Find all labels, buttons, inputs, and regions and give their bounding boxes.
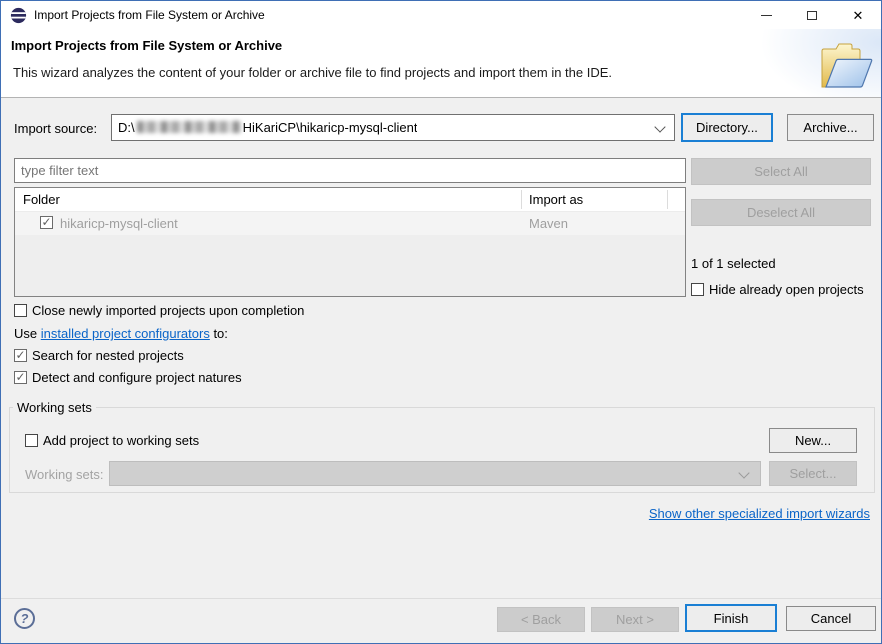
chevron-down-icon[interactable] xyxy=(654,121,666,133)
add-working-sets-option[interactable]: Add project to working sets xyxy=(25,433,199,448)
minimize-icon xyxy=(760,14,772,16)
new-working-set-button[interactable]: New... xyxy=(769,428,857,453)
close-button[interactable]: ✕ xyxy=(835,1,881,29)
select-all-button[interactable]: Select All xyxy=(691,158,871,185)
column-header-folder[interactable]: Folder xyxy=(23,192,60,207)
path-suffix: HiKariCP\hikaricp-mysql-client xyxy=(242,120,418,135)
hide-open-projects-option[interactable]: Hide already open projects xyxy=(691,282,864,297)
add-working-sets-checkbox[interactable] xyxy=(25,434,38,447)
select-working-set-button[interactable]: Select... xyxy=(769,461,857,486)
detect-natures-label: Detect and configure project natures xyxy=(32,370,242,385)
directory-button[interactable]: Directory... xyxy=(681,113,773,142)
column-divider[interactable] xyxy=(667,190,668,209)
back-button[interactable]: < Back xyxy=(497,607,585,632)
row-checkbox[interactable] xyxy=(40,215,53,229)
close-icon: ✕ xyxy=(852,7,864,23)
finish-button[interactable]: Finish xyxy=(685,604,777,632)
use-suffix: to: xyxy=(209,326,228,341)
import-projects-dialog: Import Projects from File System or Arch… xyxy=(0,0,882,644)
filter-input[interactable] xyxy=(14,158,686,183)
configurators-line: Use installed project configurators to: xyxy=(14,326,228,341)
row-import-as: Maven xyxy=(529,216,569,231)
other-wizards-link[interactable]: Show other specialized import wizards xyxy=(649,506,870,521)
use-prefix: Use xyxy=(14,326,41,341)
eclipse-icon xyxy=(10,7,27,23)
page-description: This wizard analyzes the content of your… xyxy=(13,65,613,80)
detect-natures-checkbox[interactable] xyxy=(14,370,27,384)
minimize-button[interactable] xyxy=(743,1,789,29)
redacted-path-segment xyxy=(136,121,241,133)
help-icon: ? xyxy=(20,611,29,626)
close-imported-label: Close newly imported projects upon compl… xyxy=(32,303,305,318)
selection-status: 1 of 1 selected xyxy=(691,256,776,271)
close-imported-option[interactable]: Close newly imported projects upon compl… xyxy=(14,303,304,318)
maximize-icon xyxy=(807,10,817,20)
working-sets-label: Working sets: xyxy=(25,467,104,482)
deselect-all-button[interactable]: Deselect All xyxy=(691,199,871,226)
archive-button[interactable]: Archive... xyxy=(787,114,874,141)
maximize-button[interactable] xyxy=(789,1,835,29)
column-divider[interactable] xyxy=(521,190,522,209)
page-title: Import Projects from File System or Arch… xyxy=(11,38,283,53)
next-button[interactable]: Next > xyxy=(591,607,679,632)
window-title: Import Projects from File System or Arch… xyxy=(34,8,265,22)
working-sets-combobox[interactable] xyxy=(109,461,761,486)
search-nested-checkbox[interactable] xyxy=(14,348,27,362)
detect-natures-option[interactable]: Detect and configure project natures xyxy=(14,370,242,385)
import-source-label: Import source: xyxy=(14,121,98,136)
hide-open-projects-label: Hide already open projects xyxy=(709,282,864,297)
projects-table[interactable]: Folder Import as hikaricp-mysql-client M… xyxy=(14,187,686,297)
title-bar: Import Projects from File System or Arch… xyxy=(1,1,881,29)
table-row[interactable]: hikaricp-mysql-client Maven xyxy=(15,212,685,235)
column-header-import-as[interactable]: Import as xyxy=(529,192,583,207)
hide-open-projects-checkbox[interactable] xyxy=(691,283,704,296)
wizard-header: Import Projects from File System or Arch… xyxy=(1,29,881,98)
help-button[interactable]: ? xyxy=(14,608,35,629)
row-folder-name: hikaricp-mysql-client xyxy=(60,216,178,231)
open-folder-icon xyxy=(821,43,873,88)
search-nested-option[interactable]: Search for nested projects xyxy=(14,348,184,363)
chevron-down-icon xyxy=(738,467,750,479)
path-prefix: D:\ xyxy=(118,120,135,135)
add-working-sets-label: Add project to working sets xyxy=(43,433,200,448)
working-sets-group-title: Working sets xyxy=(13,400,96,415)
table-header[interactable]: Folder Import as xyxy=(15,188,685,212)
close-imported-checkbox[interactable] xyxy=(14,304,27,317)
import-source-combobox[interactable]: D:\ HiKariCP\hikaricp-mysql-client xyxy=(111,114,675,141)
import-source-value: D:\ HiKariCP\hikaricp-mysql-client xyxy=(118,115,417,140)
search-nested-label: Search for nested projects xyxy=(32,348,184,363)
installed-configurators-link[interactable]: installed project configurators xyxy=(41,326,210,341)
cancel-button[interactable]: Cancel xyxy=(786,606,876,631)
